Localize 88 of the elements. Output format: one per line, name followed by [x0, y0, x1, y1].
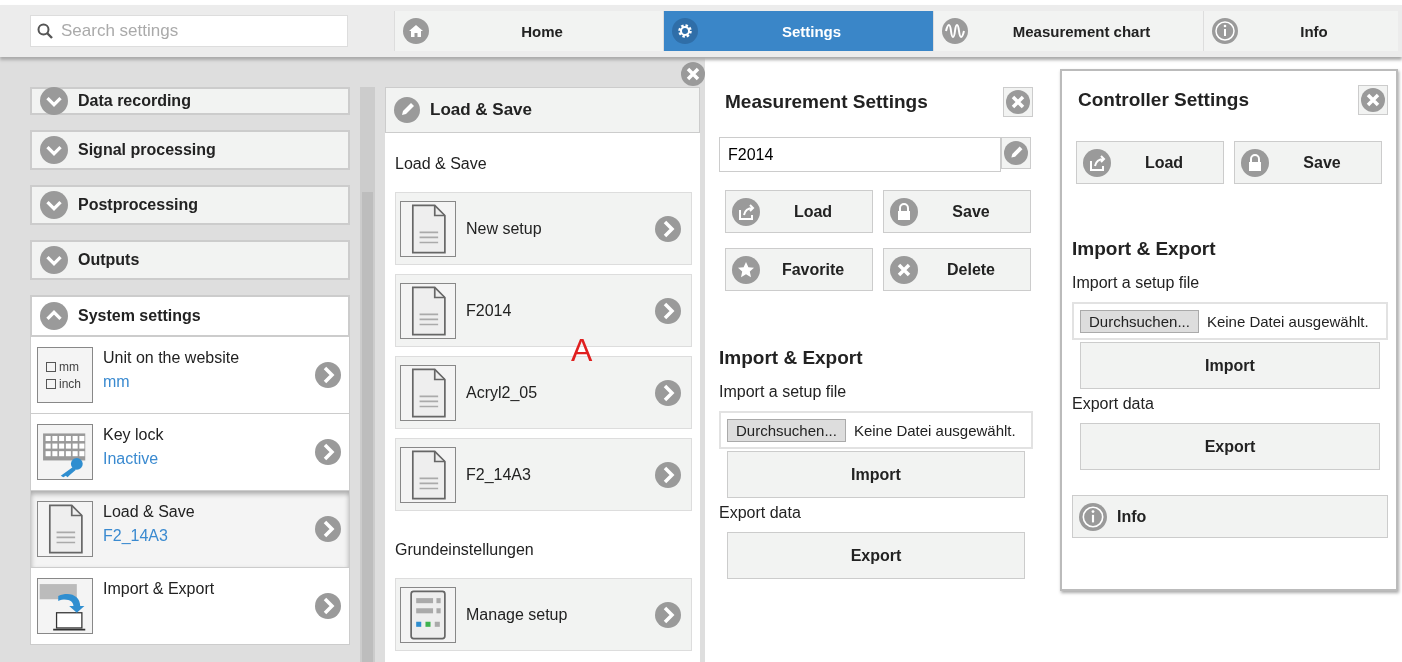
chevron-right-icon	[315, 439, 341, 465]
search-field[interactable]: Search settings	[30, 15, 348, 47]
info-icon	[1212, 18, 1238, 44]
close-button[interactable]	[1358, 85, 1388, 115]
field-label: Export data	[719, 504, 802, 522]
scrollbar[interactable]	[360, 87, 375, 662]
chevron-down-icon	[40, 87, 68, 115]
control-panel-icon	[400, 586, 456, 643]
export-button[interactable]: Export	[1080, 423, 1380, 470]
share-icon	[1083, 148, 1111, 177]
keyboard-key-icon	[37, 424, 93, 480]
edit-button[interactable]	[1001, 137, 1031, 169]
settings-item[interactable]: Key lock Inactive	[30, 414, 350, 491]
chevron-down-icon	[40, 136, 68, 164]
setup-item[interactable]: F2_14A3	[395, 438, 692, 511]
field-label: Import a setup file	[719, 383, 848, 401]
file-input[interactable]: Durchsuchen... Keine Datei ausgewählt.	[719, 411, 1033, 449]
section-heading: Import & Export	[719, 347, 864, 369]
chevron-right-icon	[655, 379, 681, 406]
field-label: Import a setup file	[1072, 274, 1201, 292]
share-icon	[732, 197, 760, 226]
nav-tab[interactable]: Home	[394, 11, 663, 51]
lock-icon	[1241, 148, 1269, 177]
document-icon	[400, 364, 456, 421]
settings-icon	[672, 18, 698, 44]
section-heading: Load & Save	[395, 154, 488, 174]
chevron-right-icon	[655, 297, 681, 324]
accordion-header[interactable]: Data recording	[30, 87, 350, 115]
unit-options-icon: mm inch	[37, 347, 93, 403]
panel-title: Controller Settings	[1078, 89, 1249, 111]
settings-item[interactable]: Import & Export	[30, 568, 350, 645]
chevron-right-icon	[655, 215, 681, 242]
action-button[interactable]: Save	[1234, 141, 1382, 184]
file-input[interactable]: Durchsuchen... Keine Datei ausgewählt.	[1072, 302, 1388, 340]
chevron-down-icon	[40, 191, 68, 219]
section-heading: Import & Export	[1072, 238, 1217, 260]
wave-icon	[942, 18, 968, 44]
import-button[interactable]: Import	[1080, 342, 1380, 389]
section-heading: Grundeinstellungen	[395, 540, 535, 560]
settings-item[interactable]: Load & Save F2_14A3	[30, 491, 350, 568]
item-value: F2_14A3	[103, 527, 169, 545]
panel-title: Measurement Settings	[725, 91, 928, 113]
home-icon	[403, 18, 429, 44]
setup-item[interactable]: Manage setup	[395, 578, 692, 651]
item-title: Key lock	[103, 426, 165, 444]
accordion-header[interactable]: Outputs	[30, 240, 350, 280]
document-icon	[400, 200, 456, 257]
accordion-header[interactable]: Postprocessing	[30, 185, 350, 225]
item-title: Import & Export	[103, 580, 216, 598]
action-button[interactable]: Load	[725, 190, 873, 233]
nav-tab[interactable]: Measurement chart	[933, 11, 1203, 51]
document-icon	[400, 282, 456, 339]
settings-item[interactable]: mm inch Unit on the website mm	[30, 337, 350, 414]
info-button[interactable]: Info	[1072, 495, 1388, 538]
info-icon	[1079, 502, 1107, 531]
panel-header: Load & Save	[385, 87, 700, 133]
item-title: Unit on the website	[103, 349, 241, 367]
chevron-right-icon	[315, 362, 341, 388]
setup-item[interactable]: New setup	[395, 192, 692, 265]
import-button[interactable]: Import	[727, 451, 1025, 498]
export-button[interactable]: Export	[727, 532, 1025, 579]
item-title: Load & Save	[103, 503, 196, 521]
document-icon	[37, 501, 93, 557]
accordion-header[interactable]: System settings	[30, 295, 350, 337]
action-button[interactable]: Load	[1076, 141, 1224, 184]
item-value: Inactive	[103, 450, 160, 468]
chevron-right-icon	[655, 461, 681, 488]
chevron-up-icon	[40, 302, 68, 330]
nav-tab[interactable]: Info	[1203, 11, 1398, 51]
action-button[interactable]: Delete	[883, 248, 1031, 291]
chevron-right-icon	[655, 601, 681, 628]
close-icon[interactable]	[681, 62, 705, 86]
close-button[interactable]	[1003, 87, 1033, 117]
chevron-right-icon	[315, 516, 341, 542]
document-icon	[400, 446, 456, 503]
pencil-icon	[394, 97, 420, 123]
action-button[interactable]: Favorite	[725, 248, 873, 291]
chevron-down-icon	[40, 246, 68, 274]
action-button[interactable]: Save	[883, 190, 1031, 233]
field-label: Export data	[1072, 395, 1155, 413]
transfer-icon	[37, 578, 93, 634]
lock-icon	[890, 197, 918, 226]
item-value: mm	[103, 373, 131, 391]
accordion-header[interactable]: Signal processing	[30, 130, 350, 170]
name-field[interactable]: F2014	[719, 137, 1001, 172]
nav-tab[interactable]: Settings	[663, 11, 933, 51]
delete-icon	[890, 255, 918, 284]
chevron-right-icon	[315, 593, 341, 619]
